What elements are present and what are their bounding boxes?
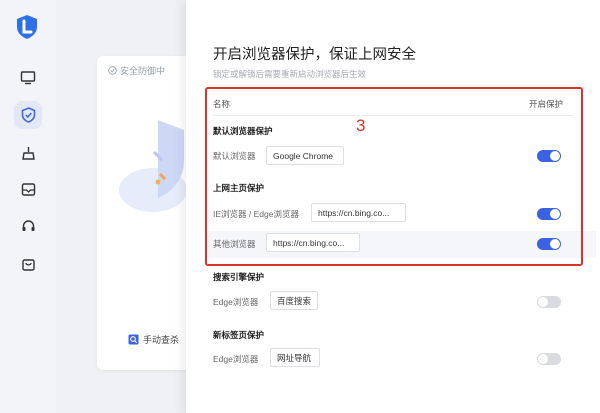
monitor-icon	[20, 71, 36, 85]
annotation-step-number: 3	[356, 116, 366, 135]
app-logo-icon	[17, 15, 37, 39]
toggle-knob	[538, 297, 548, 307]
shield-check-icon	[21, 107, 35, 123]
panel-title: 开启浏览器保护，保证上网安全	[213, 47, 416, 63]
nav-store[interactable]	[14, 250, 42, 278]
toolbox-icon	[21, 182, 35, 196]
headset-icon	[22, 219, 34, 231]
nav-protection[interactable]	[14, 101, 42, 129]
row-label: Edge浏览器	[213, 354, 259, 364]
toggle-knob	[538, 354, 548, 364]
broom-icon	[21, 146, 35, 160]
shield-illustration-icon	[119, 120, 187, 212]
nav-toolbox[interactable]	[14, 175, 42, 203]
nav-monitor[interactable]	[14, 64, 42, 92]
scan-icon	[128, 334, 139, 345]
sidebar	[0, 0, 56, 413]
row-label: Edge浏览器	[213, 297, 259, 307]
section-search-engine-title: 搜索引擎保护	[213, 272, 265, 282]
section-new-tab-title: 新标签页保护	[213, 330, 265, 340]
panel-subtitle: 锁定或解锁后需要重新启动浏览器后生效	[213, 69, 367, 79]
status-indicator: 安全防御中	[108, 64, 165, 77]
check-circle-icon	[108, 66, 117, 75]
search-engine-field[interactable]: 百度搜索	[270, 291, 318, 310]
new-tab-toggle[interactable]	[537, 353, 561, 365]
annotation-highlight-box	[205, 87, 583, 266]
manual-scan-label: 手动查杀	[143, 335, 180, 345]
new-tab-field[interactable]: 网址导航	[270, 348, 320, 367]
manual-scan-button[interactable]: 手动查杀	[128, 333, 179, 346]
nav-cleanup[interactable]	[14, 139, 42, 167]
status-text: 安全防御中	[120, 66, 166, 76]
search-engine-toggle[interactable]	[537, 296, 561, 308]
bag-icon	[21, 258, 35, 271]
nav-support[interactable]	[14, 212, 42, 240]
